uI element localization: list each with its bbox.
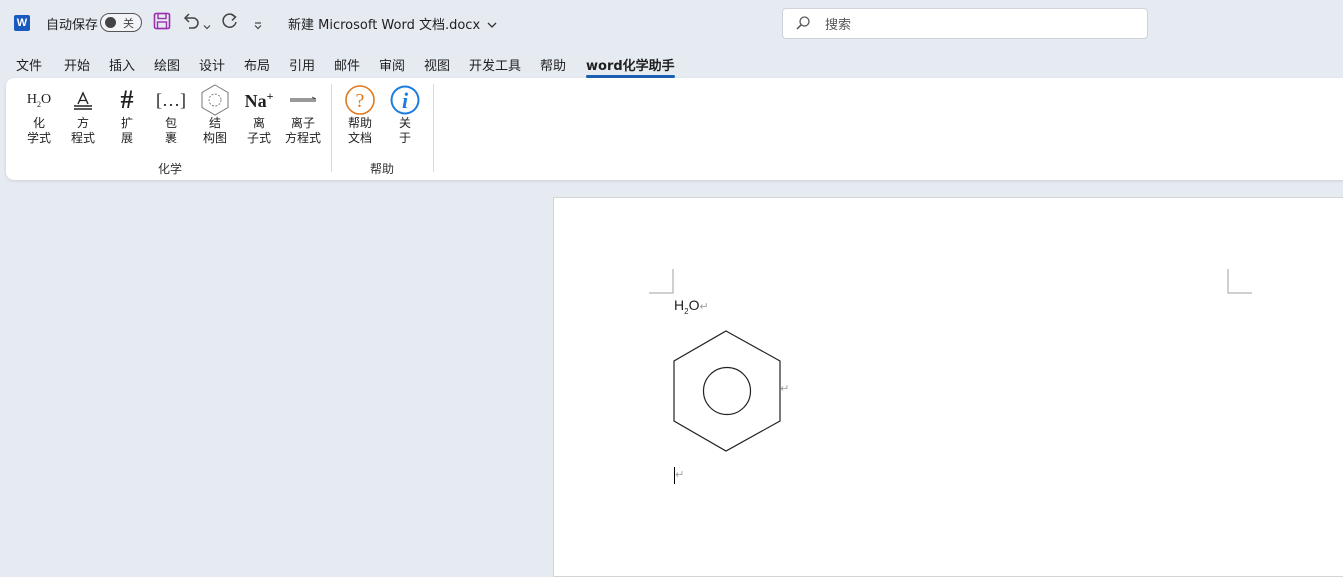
tab-word-chem-assistant[interactable]: word化学助手 (586, 55, 675, 78)
customize-toolbar-icon[interactable] (253, 16, 263, 35)
tab-draw[interactable]: 绘图 (154, 55, 180, 74)
hash-glyph: # (120, 85, 134, 114)
document-page[interactable]: H2O↵ ↵ ↵ (553, 197, 1343, 577)
structure-button[interactable]: 结 构图 (193, 84, 237, 146)
h2o-formula-text[interactable]: H2O↵ (674, 297, 709, 316)
group-separator (331, 84, 332, 172)
group-label-help: 帮助 (370, 162, 395, 176)
na-charge-glyph: + (266, 88, 274, 103)
margin-corner-top-right (1227, 269, 1252, 294)
paragraph-mark: ↵ (699, 301, 709, 313)
info-icon: i (383, 84, 427, 116)
hash-icon: # (105, 84, 149, 116)
chemical-formula-icon: H2O (17, 84, 61, 116)
h2o-icon-h: H (26, 91, 37, 107)
structure-label: 结 构图 (202, 116, 227, 145)
formula-o: O (688, 297, 700, 313)
equation-label: 方 程式 (70, 116, 95, 145)
equation-button[interactable]: 方 程式 (61, 84, 105, 146)
extend-button[interactable]: # 扩 展 (105, 84, 149, 146)
about-button[interactable]: i 关 于 (383, 84, 427, 146)
title-bar: W 自动保存 关 新建 Microsoft Word 文档.docx (0, 0, 1343, 46)
group-separator (433, 84, 434, 172)
document-title-text: 新建 Microsoft Word 文档.docx (288, 18, 481, 33)
brackets-icon: […] (149, 84, 193, 116)
benzene-structure-drawing[interactable] (672, 329, 784, 455)
formula-h: H (674, 297, 685, 313)
ionic-equation-button[interactable]: 离子 方程式 (281, 84, 325, 146)
save-icon[interactable] (153, 12, 171, 34)
wrap-label: 包 裹 (164, 116, 177, 145)
autosave-toggle[interactable]: 关 (100, 13, 142, 32)
group-label-chemistry: 化学 (158, 162, 183, 176)
about-label: 关 于 (398, 116, 411, 145)
autosave-label: 自动保存 (46, 18, 99, 33)
ion-icon: Na+ (237, 84, 281, 116)
tab-layout[interactable]: 布局 (244, 55, 270, 74)
help-question-glyph: ? (356, 90, 365, 112)
help-question-icon: ? (338, 84, 382, 116)
help-docs-label: 帮助 文档 (347, 116, 372, 145)
wrap-button[interactable]: […] 包 裹 (149, 84, 193, 146)
toggle-knob (105, 17, 116, 28)
brackets-glyph: […] (156, 89, 186, 110)
tab-review[interactable]: 审阅 (379, 55, 405, 74)
undo-dropdown-icon[interactable] (203, 16, 211, 35)
tab-home[interactable]: 开始 (64, 55, 90, 74)
document-title[interactable]: 新建 Microsoft Word 文档.docx (288, 14, 497, 33)
chemical-formula-label: 化 学式 (26, 116, 51, 145)
tab-help[interactable]: 帮助 (540, 55, 566, 74)
search-box[interactable] (782, 8, 1148, 39)
undo-icon[interactable] (182, 12, 200, 34)
search-input[interactable] (823, 14, 1127, 36)
chevron-down-icon (484, 21, 497, 32)
paragraph-mark: ↵ (675, 468, 685, 481)
tab-references[interactable]: 引用 (289, 55, 315, 74)
ionic-equation-icon (281, 84, 325, 116)
redo-icon[interactable] (221, 12, 239, 34)
tab-design[interactable]: 设计 (199, 55, 225, 74)
equation-icon (61, 84, 105, 116)
tab-file[interactable]: 文件 (16, 55, 42, 74)
paragraph-mark: ↵ (780, 382, 790, 395)
autosave-state: 关 (123, 17, 134, 30)
info-glyph: i (402, 88, 409, 113)
ion-formula-label: 离 子式 (246, 116, 271, 145)
benzene-structure-icon (193, 84, 237, 116)
ribbon: H2O 化 学式 方 程式 # 扩 展 […] 包 裹 结 构图 Na+ 离 子… (6, 78, 1343, 180)
chemical-formula-button[interactable]: H2O 化 学式 (17, 84, 61, 146)
word-app-icon: W (14, 15, 30, 31)
tab-insert[interactable]: 插入 (109, 55, 135, 74)
na-glyph: Na (244, 90, 267, 111)
search-icon (795, 15, 811, 35)
ion-formula-button[interactable]: Na+ 离 子式 (237, 84, 281, 146)
tab-view[interactable]: 视图 (424, 55, 450, 74)
tab-mailings[interactable]: 邮件 (334, 55, 360, 74)
tab-developer[interactable]: 开发工具 (469, 55, 521, 74)
ionic-equation-label: 离子 方程式 (284, 116, 321, 145)
help-docs-button[interactable]: ? 帮助 文档 (338, 84, 382, 146)
h2o-icon-o: O (41, 91, 52, 107)
margin-corner-top-left (649, 269, 674, 294)
extend-label: 扩 展 (120, 116, 133, 145)
